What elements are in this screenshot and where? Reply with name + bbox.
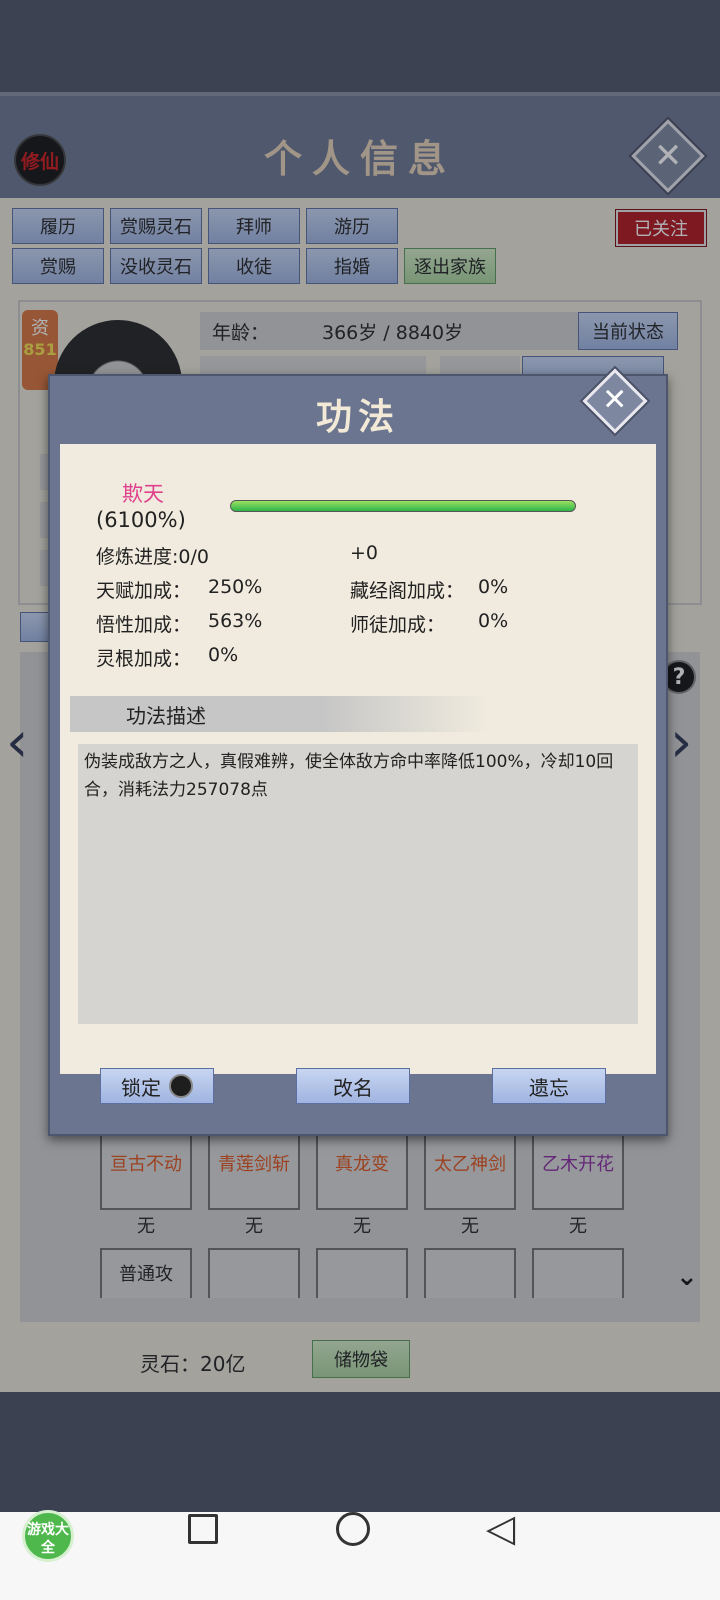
root-value: 0% [208,644,239,666]
library-value: 0% [478,576,509,598]
wisdom-label: 悟性加成： [96,614,192,636]
skill-progress-bar [230,500,576,512]
lock-button[interactable]: 锁定 [100,1068,214,1104]
skill-description: 伪装成敌方之人，真假难辨，使全体敌方命中率降低100%，冷却10回合，消耗法力2… [78,744,638,1024]
modal-title: 功法 [315,396,400,438]
skill-percent: (6100%) [96,508,186,532]
rename-button[interactable]: 改名 [296,1068,410,1104]
progress-stat: 修炼进度:0/0 [96,546,209,568]
close-icon: ✕ [602,382,628,418]
library-label: 藏经阁加成： [350,580,465,602]
forget-button[interactable]: 遗忘 [492,1068,606,1104]
root-label: 灵根加成： [96,648,192,670]
home-icon[interactable] [336,1512,370,1546]
skill-progress-fill [231,501,575,511]
master-value: 0% [478,610,509,632]
skill-name: 欺天 [122,482,164,506]
lock-label: 锁定 [121,1075,161,1100]
wisdom-value: 563% [208,610,263,632]
game-center-badge[interactable]: 游戏大全 [22,1510,74,1562]
description-header: 功法描述 [70,696,490,732]
progress-plus: +0 [350,542,379,564]
master-label: 师徒加成： [350,614,446,636]
recent-apps-icon[interactable] [188,1514,218,1544]
status-strip [0,0,720,92]
back-icon[interactable]: ◁ [486,1506,515,1550]
talent-value: 250% [208,576,263,598]
talent-label: 天赋加成： [96,580,192,602]
lock-toggle-icon[interactable] [169,1074,193,1098]
